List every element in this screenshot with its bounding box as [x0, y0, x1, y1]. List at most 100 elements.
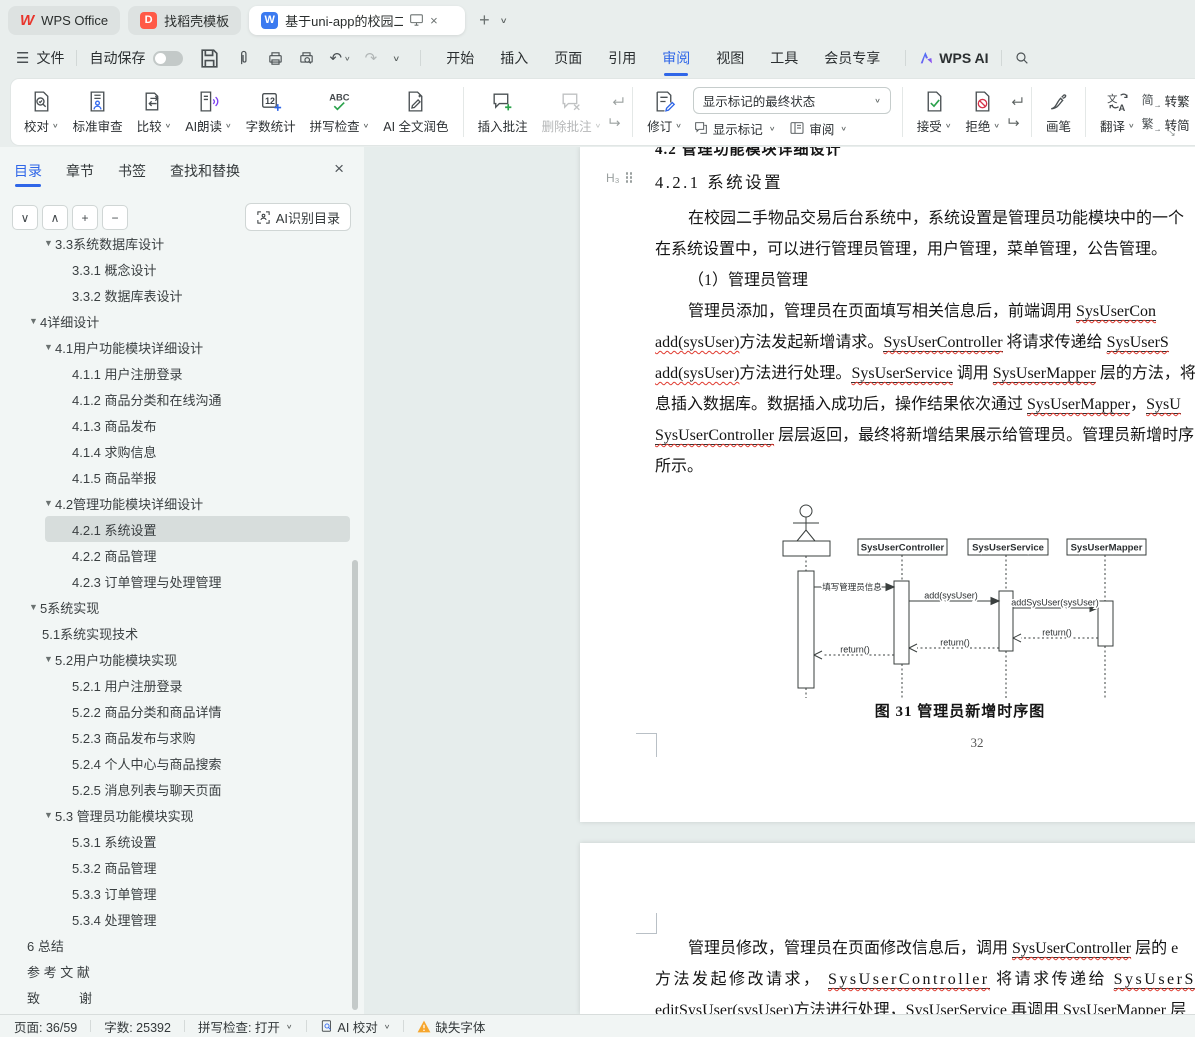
expand-all-button[interactable]: + — [72, 205, 98, 230]
tab-wps-office[interactable]: W WPS Office — [8, 5, 121, 35]
tab-docer-templates[interactable]: D 找稻壳模板 — [128, 5, 242, 35]
ai-polish-button[interactable]: AI 全文润色 — [376, 82, 455, 142]
heading-level-marker[interactable]: H₃ — [606, 171, 634, 185]
new-tab-icon[interactable]: + — [479, 10, 490, 31]
toc-arrow-icon[interactable]: ▼ — [27, 602, 40, 612]
show-markup-button[interactable]: 显示标记 ∨ — [693, 119, 775, 138]
missing-font-warning[interactable]: 缺失字体 — [417, 1017, 485, 1036]
next-change-icon[interactable] — [1007, 115, 1024, 130]
expand-group-icon[interactable]: ↘ — [1168, 128, 1176, 139]
file-menu[interactable]: 文件 — [36, 48, 64, 68]
page-indicator[interactable]: 页面: 36/59 — [14, 1017, 77, 1036]
quickbar-chevron-icon[interactable]: ∨ — [392, 53, 400, 62]
collapse-all-button[interactable]: − — [102, 205, 128, 230]
tab-chapters[interactable]: 章节 — [66, 161, 94, 187]
toc-item[interactable]: 4.2.2 商品管理 — [0, 542, 354, 568]
drag-handle-icon[interactable] — [625, 172, 634, 184]
toc-arrow-icon[interactable]: ▼ — [42, 654, 55, 664]
toc-item[interactable]: 4.2.1 系统设置 — [45, 516, 350, 542]
print-preview-icon[interactable] — [298, 50, 315, 67]
document-workspace[interactable]: 4.2 管理功能模块详细设计 H₃ 4.2.1 系统设置 SysUserCont… — [364, 147, 1195, 1014]
redo-icon[interactable]: ↷ — [365, 49, 378, 67]
tab-current-document[interactable]: W 基于uni-app的校园二手物品 × — [249, 5, 466, 35]
toc-item[interactable]: ▼ 4.1用户功能模块详细设计 — [0, 334, 354, 360]
toc-item[interactable]: 4.1.2 商品分类和在线沟通 — [0, 386, 354, 412]
spellcheck-status[interactable]: 拼写检查: 打开 ∨ — [198, 1017, 293, 1036]
document-page-32[interactable]: 4.2 管理功能模块详细设计 H₃ 4.2.1 系统设置 SysUserCont… — [580, 147, 1195, 822]
toc-arrow-icon[interactable]: ▼ — [42, 342, 55, 352]
tab-reference[interactable]: 引用 — [608, 44, 636, 72]
collapse-down-button[interactable]: ∨ — [12, 205, 38, 230]
toc-item[interactable]: 5.1系统实现技术 — [0, 620, 354, 646]
toc-item[interactable]: ▼ 5.2用户功能模块实现 — [0, 646, 354, 672]
toc-item[interactable]: 3.3.1 概念设计 — [0, 256, 354, 282]
toc-item[interactable]: 3.3.2 数据库表设计 — [0, 282, 354, 308]
tab-find-replace[interactable]: 查找和替换 — [170, 161, 240, 187]
compare-button[interactable]: 比较 ∨ — [130, 82, 179, 142]
toc-item[interactable]: 5.3.2 商品管理 — [0, 854, 354, 880]
tab-bookmarks[interactable]: 书签 — [118, 161, 146, 187]
toc-scrollbar[interactable] — [352, 560, 358, 1010]
toc-arrow-icon[interactable]: ▼ — [42, 238, 55, 248]
toc-item[interactable]: 4.1.5 商品举报 — [0, 464, 354, 490]
toc-item[interactable]: 5.2.2 商品分类和商品详情 — [0, 698, 354, 724]
wps-ai-label[interactable]: WPS AI — [939, 50, 988, 66]
toc-item[interactable]: ▼ 3.3系统数据库设计 — [0, 236, 354, 256]
ink-pen-button[interactable]: 画笔 — [1039, 82, 1078, 142]
tab-home[interactable]: 开始 — [446, 44, 474, 72]
toc-item[interactable]: 5.3.1 系统设置 — [0, 828, 354, 854]
delete-comment-button[interactable]: 删除批注 ∨ — [535, 82, 609, 142]
review-pane-button[interactable]: 审阅 ∨ — [789, 119, 847, 138]
tab-list-chevron-icon[interactable]: ∨ — [500, 15, 508, 24]
export-pdf-icon[interactable] — [236, 50, 253, 67]
markup-state-select[interactable]: 显示标记的最终状态 ∨ — [692, 86, 891, 114]
track-changes-button[interactable]: 修订 ∨ — [640, 82, 689, 142]
next-comment-icon[interactable] — [608, 115, 625, 130]
toc-item[interactable]: 5.2.3 商品发布与求购 — [0, 724, 354, 750]
autosave-toggle[interactable] — [153, 50, 184, 66]
ai-read-aloud-button[interactable]: AI朗读 ∨ — [178, 82, 238, 142]
toc-item[interactable]: 5.2.5 消息列表与聊天页面 — [0, 776, 354, 802]
toc-item[interactable]: 5.2.1 用户注册登录 — [0, 672, 354, 698]
spell-check-button[interactable]: ABC 拼写检查 ∨ — [303, 82, 377, 142]
toc-item[interactable]: ▼ 4.2管理功能模块详细设计 — [0, 490, 354, 516]
accept-button[interactable]: 接受 ∨ — [910, 82, 959, 142]
collapse-up-button[interactable]: ∧ — [42, 205, 68, 230]
toc-item[interactable]: ▼ 4详细设计 — [0, 308, 354, 334]
proofread-button[interactable]: 校对 ∨ — [17, 82, 66, 142]
toc-arrow-icon[interactable]: ▼ — [42, 810, 55, 820]
tab-tools[interactable]: 工具 — [770, 44, 798, 72]
tab-page[interactable]: 页面 — [554, 44, 582, 72]
insert-comment-button[interactable]: 插入批注 — [471, 82, 535, 142]
tab-view[interactable]: 视图 — [716, 44, 744, 72]
close-sidebar-icon[interactable]: × — [334, 159, 344, 179]
toc-item[interactable]: 4.1.1 用户注册登录 — [0, 360, 354, 386]
tab-member[interactable]: 会员专享 — [824, 44, 880, 72]
previous-comment-icon[interactable] — [608, 94, 625, 109]
traditional-to-simplified-button[interactable]: 繁→ 转简 — [1142, 115, 1190, 134]
toc-item[interactable]: 4.1.3 商品发布 — [0, 412, 354, 438]
search-icon[interactable] — [1014, 50, 1030, 66]
hamburger-icon[interactable]: ☰ — [16, 49, 29, 67]
save-icon[interactable] — [197, 46, 222, 71]
toc-arrow-icon[interactable]: ▼ — [42, 498, 55, 508]
toc-arrow-icon[interactable]: ▼ — [27, 316, 40, 326]
word-count-indicator[interactable]: 字数: 25392 — [104, 1017, 171, 1036]
translate-button[interactable]: 文A 翻译 ∨ — [1093, 82, 1142, 142]
previous-change-icon[interactable] — [1007, 94, 1024, 109]
toc-item[interactable]: ▼ 5.3 管理员功能模块实现 — [0, 802, 354, 828]
toc-item[interactable]: 6 总结 — [0, 932, 354, 958]
toc-item[interactable]: 4.1.4 求购信息 — [0, 438, 354, 464]
toc-item[interactable]: ▼ 5系统实现 — [0, 594, 354, 620]
ai-proofread-status[interactable]: AI 校对 ∨ — [320, 1017, 390, 1036]
standard-review-button[interactable]: 标准审查 — [66, 82, 130, 142]
tab-insert[interactable]: 插入 — [500, 44, 528, 72]
tab-review[interactable]: 审阅 — [662, 44, 690, 76]
toc-item[interactable]: 参 考 文 献 — [0, 958, 354, 984]
undo-icon[interactable]: ↶ ∨ — [329, 49, 350, 67]
simplified-to-traditional-button[interactable]: 简→ 转繁 — [1142, 91, 1190, 110]
print-icon[interactable] — [267, 50, 284, 67]
tab-contents[interactable]: 目录 — [14, 161, 42, 187]
close-icon[interactable]: × — [430, 13, 438, 28]
toc-item[interactable]: 5.2.4 个人中心与商品搜索 — [0, 750, 354, 776]
